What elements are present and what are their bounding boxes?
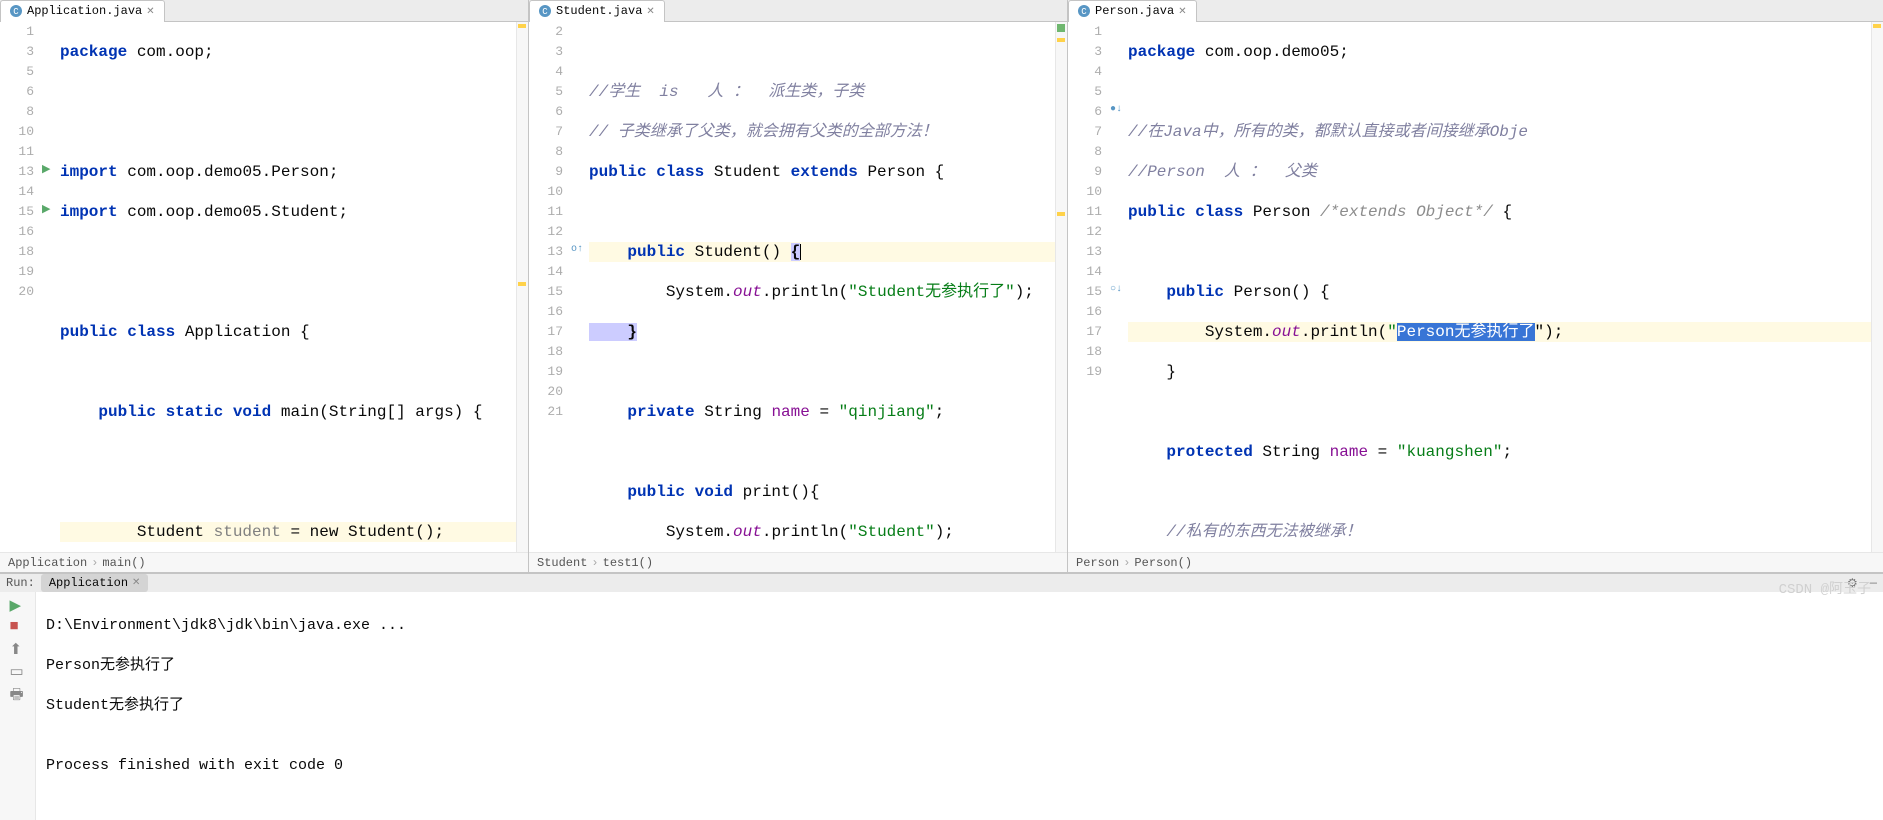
text-cursor (800, 244, 801, 260)
overridden-icon[interactable]: ○↓ (1110, 284, 1122, 295)
editor-pane-1: C Application.java ✕ 1356810111314151618… (0, 0, 529, 572)
line-gutter: 13568101113141516181920 (0, 22, 40, 552)
subclass-icon[interactable]: ●↓ (1110, 104, 1122, 115)
line-gutter: 23456789101112131415161718192021 (529, 22, 569, 552)
line-gutter: 1345678910111213141516171819 (1068, 22, 1108, 552)
tab-application[interactable]: C Application.java ✕ (0, 0, 165, 22)
run-class-icon[interactable]: ▶ (42, 162, 50, 176)
java-class-icon: C (538, 4, 552, 18)
gutter-icons: ●↓ ○↓ (1108, 22, 1124, 552)
stop-icon[interactable]: ■ (10, 618, 26, 634)
layout-icon[interactable]: ▭ (10, 662, 26, 678)
breadcrumb-2: Student›test1() (529, 552, 1067, 572)
tab-label: Student.java (556, 4, 642, 18)
tab-bar: C Application.java ✕ (0, 0, 528, 22)
close-icon[interactable]: ✕ (646, 6, 656, 16)
tab-student[interactable]: C Student.java ✕ (529, 0, 665, 22)
error-stripe (1055, 22, 1067, 552)
java-class-icon: C (9, 4, 23, 18)
code-text-1[interactable]: package com.oop; import com.oop.demo05.P… (56, 22, 516, 552)
editor-split: C Application.java ✕ 1356810111314151618… (0, 0, 1883, 573)
code-area-1[interactable]: 13568101113141516181920 ▶ ▶ package com.… (0, 22, 528, 552)
breadcrumb-3: Person›Person() (1068, 552, 1883, 572)
gutter-icons: o↑ (569, 22, 585, 552)
error-stripe (516, 22, 528, 552)
code-text-3[interactable]: package com.oop.demo05; //在Java中，所有的类，都默… (1124, 22, 1871, 552)
svg-text:C: C (542, 7, 548, 17)
run-tool-buttons: ▶ ■ ⬆ ▭ 🖶 (0, 592, 36, 820)
tab-label: Application.java (27, 4, 142, 18)
run-header: Run: Application ✕ ⚙ — (0, 574, 1883, 592)
tab-bar: C Person.java ✕ (1068, 0, 1883, 22)
close-icon[interactable]: ✕ (146, 6, 156, 16)
close-icon[interactable]: ✕ (132, 577, 140, 589)
run-output[interactable]: D:\Environment\jdk8\jdk\bin\java.exe ...… (36, 592, 1883, 820)
breadcrumb-1: Application›main() (0, 552, 528, 572)
close-icon[interactable]: ✕ (1178, 6, 1188, 16)
tab-person[interactable]: C Person.java ✕ (1068, 0, 1197, 22)
svg-text:C: C (1081, 7, 1087, 17)
tab-bar: C Student.java ✕ (529, 0, 1067, 22)
error-stripe (1871, 22, 1883, 552)
editor-pane-3: C Person.java ✕ 134567891011121314151617… (1068, 0, 1883, 572)
editor-pane-2: C Student.java ✕ 23456789101112131415161… (529, 0, 1068, 572)
up-icon[interactable]: ⬆ (10, 640, 26, 656)
run-tool-window: Run: Application ✕ ⚙ — ▶ ■ ⬆ ▭ 🖶 D:\Envi… (0, 573, 1883, 698)
tab-label: Person.java (1095, 4, 1174, 18)
run-config-tab[interactable]: Application ✕ (41, 574, 149, 592)
code-area-3[interactable]: 1345678910111213141516171819 ●↓ ○↓ packa… (1068, 22, 1883, 552)
code-area-2[interactable]: 23456789101112131415161718192021 o↑ //学生… (529, 22, 1067, 552)
run-label: Run: (0, 576, 41, 590)
watermark: CSDN @阿玉子 (1779, 578, 1871, 598)
java-class-icon: C (1077, 4, 1091, 18)
svg-text:C: C (13, 7, 19, 17)
override-icon[interactable]: o↑ (571, 244, 583, 255)
gutter-icons: ▶ ▶ (40, 22, 56, 552)
run-method-icon[interactable]: ▶ (42, 202, 50, 216)
code-text-2[interactable]: //学生 is 人 ： 派生类，子类 // 子类继承了父类，就会拥有父类的全部方… (585, 22, 1055, 552)
rerun-icon[interactable]: ▶ (10, 596, 26, 612)
